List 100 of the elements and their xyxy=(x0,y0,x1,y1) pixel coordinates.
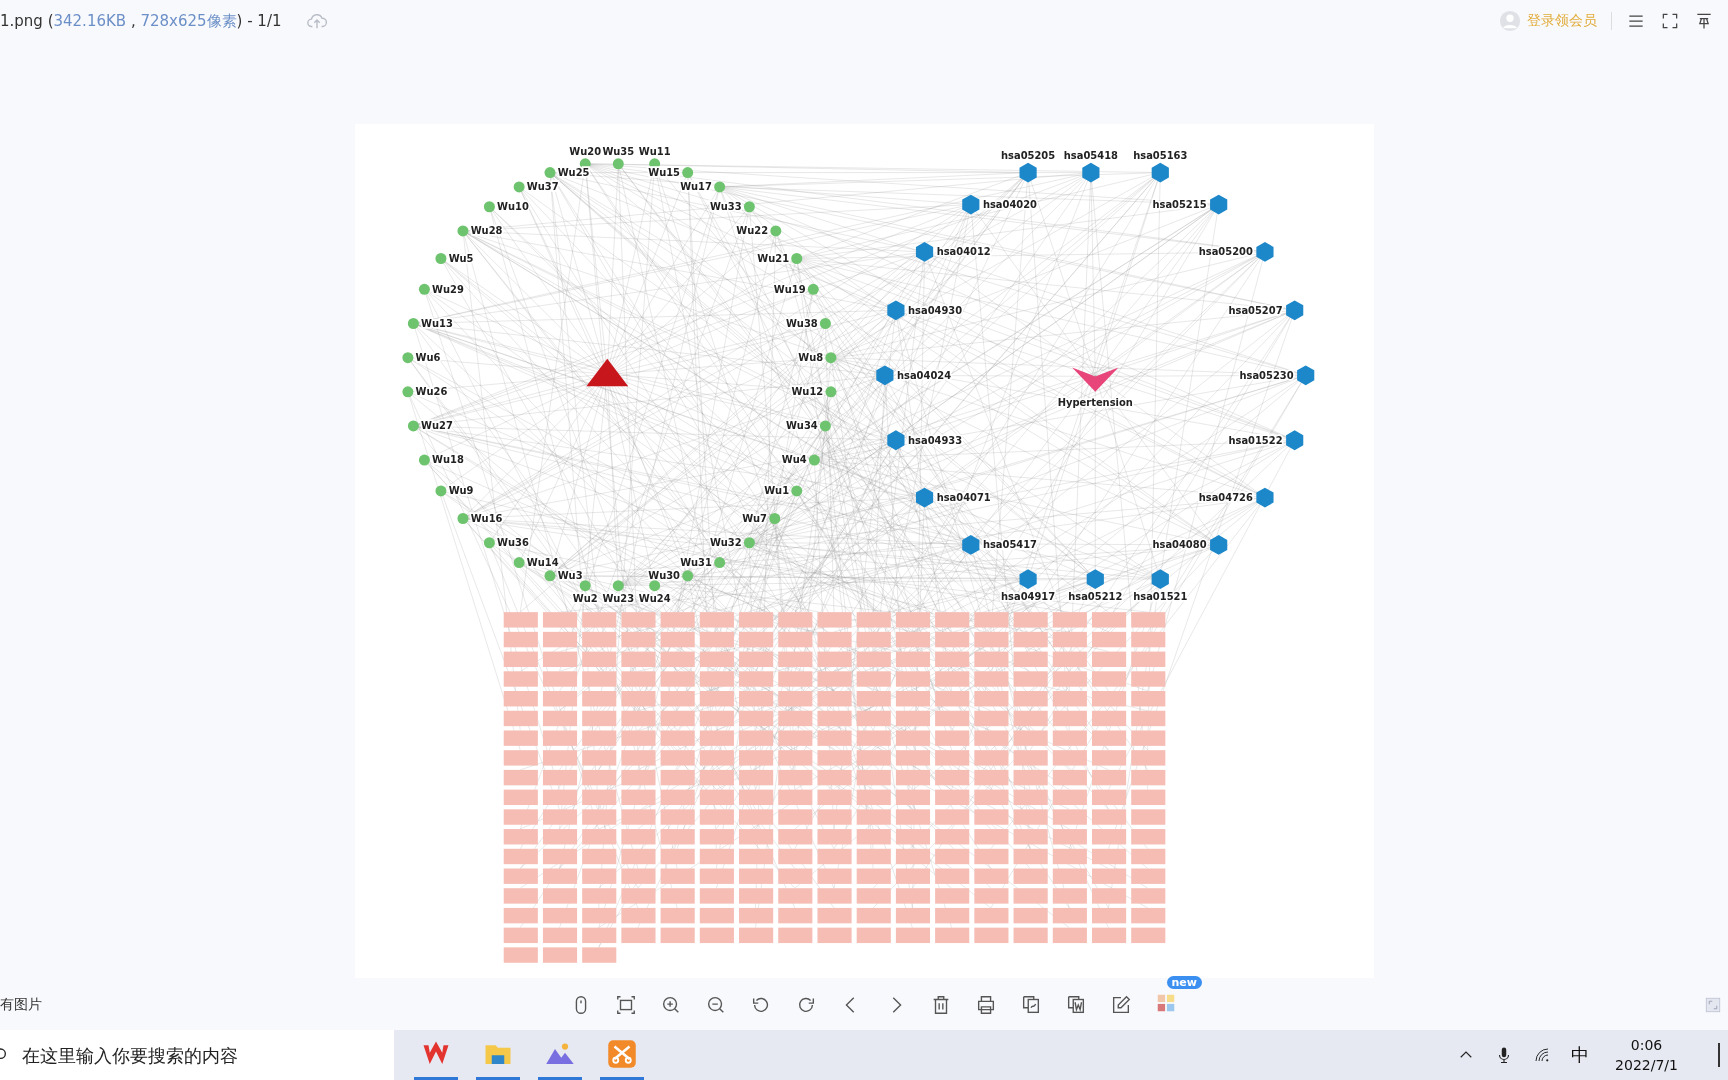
compound-node xyxy=(681,167,693,179)
pathway-label: hsa04012 xyxy=(936,246,991,258)
pathway-node xyxy=(1209,535,1227,555)
pathway-label: hsa04024 xyxy=(896,369,951,381)
compound-label: Wu20 xyxy=(568,145,601,157)
pathway-node xyxy=(1296,365,1314,386)
pathway-node xyxy=(1151,569,1169,589)
compound-node xyxy=(483,201,495,213)
compound-label: Wu28 xyxy=(470,225,502,237)
compound-label: Wu7 xyxy=(741,512,767,524)
pin-icon[interactable] xyxy=(1694,11,1714,31)
pathway-label: hsa01522 xyxy=(1227,434,1283,446)
compound-node xyxy=(418,283,430,295)
fullscreen-icon[interactable] xyxy=(1660,11,1680,31)
pathway-label: hsa05163 xyxy=(1132,150,1187,162)
compound-label: Wu5 xyxy=(448,252,473,264)
pathway-label: hsa04930 xyxy=(907,304,962,316)
pathway-label: hsa04917 xyxy=(1000,591,1055,602)
new-badge: new xyxy=(1166,976,1202,989)
taskbar-search-field[interactable]: 在这里输入你要搜索的内容 xyxy=(20,1043,374,1067)
compound-label: Wu13 xyxy=(420,317,453,329)
pathway-label: hsa05418 xyxy=(1063,150,1118,162)
thumbnail-toggle-icon[interactable] xyxy=(1704,996,1722,1014)
compound-label: Wu38 xyxy=(785,317,818,329)
compound-label: Wu3 xyxy=(557,570,583,582)
compound-node xyxy=(612,580,624,592)
triangle-node xyxy=(585,358,628,387)
compound-node xyxy=(743,201,755,213)
file-info-text: 1.png (342.16KB , 728x625像素) - 1/1 xyxy=(0,11,282,31)
pathway-node xyxy=(1255,487,1274,508)
compound-label: Wu8 xyxy=(797,351,823,363)
compound-label: Wu34 xyxy=(785,420,818,432)
pathway-node xyxy=(1019,569,1037,589)
pathway-label: hsa05200 xyxy=(1198,246,1253,258)
fit-screen-icon[interactable] xyxy=(614,994,637,1016)
compound-node xyxy=(407,420,419,432)
compound-node xyxy=(456,513,468,524)
compound-label: Wu2 xyxy=(572,593,598,605)
compound-node xyxy=(434,485,446,497)
compound-node xyxy=(824,352,836,364)
compound-label: Wu33 xyxy=(709,201,742,213)
compound-node xyxy=(418,454,430,466)
compound-label: Wu37 xyxy=(526,181,559,193)
scissors-icon xyxy=(607,1038,637,1069)
pathway-node xyxy=(961,194,979,215)
compound-node xyxy=(743,537,755,549)
compound-node xyxy=(544,167,555,179)
compound-label: Wu4 xyxy=(781,454,807,466)
compound-node xyxy=(513,181,525,193)
clock-date: 2022/7/1 xyxy=(1615,1056,1678,1075)
compound-node xyxy=(612,158,624,170)
pathway-label: hsa05417 xyxy=(982,539,1037,551)
pathway-node xyxy=(886,430,904,451)
pathway-label: hsa04933 xyxy=(907,434,962,446)
pathway-label: hsa05215 xyxy=(1151,198,1207,210)
compound-node xyxy=(819,420,831,432)
disease-label: Hypertension xyxy=(1057,397,1133,409)
pathway-label: hsa05230 xyxy=(1238,369,1294,381)
compound-label: Wu14 xyxy=(526,556,559,568)
compound-node xyxy=(401,352,413,364)
clock-time: 0:06 xyxy=(1630,1036,1663,1055)
compound-node xyxy=(768,513,780,524)
compound-label: Wu24 xyxy=(638,593,670,605)
pathway-node xyxy=(1209,194,1227,215)
compound-node xyxy=(434,253,446,265)
compound-node xyxy=(456,225,468,237)
compound-node xyxy=(808,454,820,466)
all-images-label[interactable]: 有图片 xyxy=(0,996,42,1014)
compound-label: Wu32 xyxy=(709,537,742,549)
pathway-label: hsa04071 xyxy=(936,491,991,503)
compound-node xyxy=(681,570,693,582)
disease-node xyxy=(1071,367,1118,392)
pathway-node xyxy=(875,365,893,386)
input-method-indicator[interactable]: 中 xyxy=(1571,1043,1590,1067)
compound-label: Wu15 xyxy=(647,166,680,178)
compound-label: Wu22 xyxy=(735,225,768,237)
compound-label: Wu31 xyxy=(679,556,712,568)
compound-label: Wu16 xyxy=(470,512,502,524)
compound-label: Wu21 xyxy=(756,252,789,264)
pathway-node xyxy=(1086,569,1104,589)
search-bar[interactable]: 在这里输入你要搜索的内容 xyxy=(0,1030,394,1080)
compound-label: Wu6 xyxy=(415,351,440,363)
compound-node xyxy=(807,283,819,295)
compound-label: Wu10 xyxy=(496,201,529,213)
compound-label: Wu25 xyxy=(557,166,589,178)
pathway-label: hsa05212 xyxy=(1067,591,1122,602)
compound-node xyxy=(819,318,831,329)
pathway-label: hsa04726 xyxy=(1198,491,1253,503)
compound-label: Wu27 xyxy=(420,420,453,432)
pathway-node xyxy=(1285,300,1303,321)
compound-node xyxy=(407,318,419,329)
compound-node xyxy=(713,181,725,193)
compound-node xyxy=(483,537,495,549)
compound-node xyxy=(790,253,802,265)
compound-node xyxy=(648,580,660,592)
pathway-node xyxy=(1285,430,1303,451)
compound-node xyxy=(579,580,591,592)
compound-label: Wu35 xyxy=(601,145,634,157)
pathway-label: hsa01521 xyxy=(1132,591,1187,602)
compound-label: Wu26 xyxy=(415,386,447,398)
